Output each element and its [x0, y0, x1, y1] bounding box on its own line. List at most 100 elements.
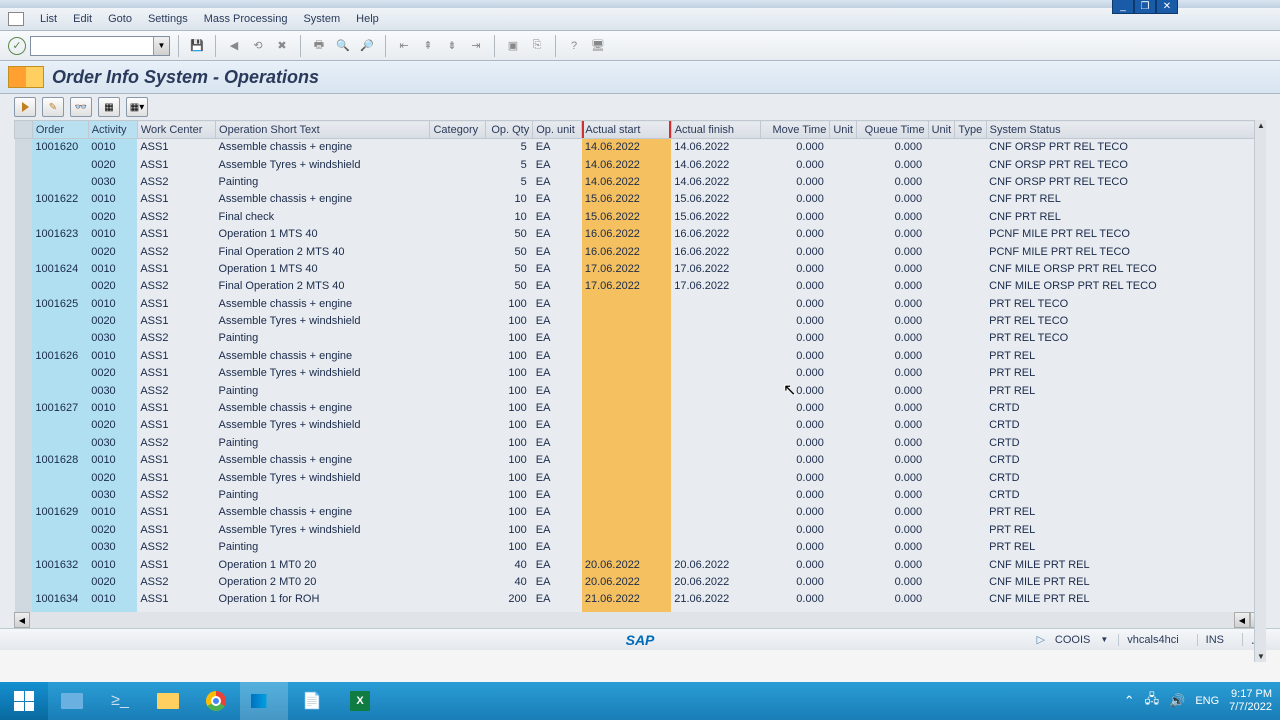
table-cell[interactable]: 100 — [486, 365, 533, 382]
table-row[interactable]: 0030ASS2Painting100EA0.0000.000CRTD — [15, 486, 1266, 503]
table-cell[interactable]: Assemble Tyres + windshield — [216, 365, 430, 382]
table-row[interactable]: 0020ASS1Assemble Tyres + windshield100EA… — [15, 365, 1266, 382]
table-cell[interactable]: 0.000 — [761, 295, 830, 312]
table-cell[interactable]: CNF ORSP PRT REL TECO — [986, 139, 1265, 156]
table-cell[interactable] — [582, 365, 671, 382]
table-cell[interactable]: 14.06.2022 — [582, 156, 671, 173]
table-cell[interactable]: ASS2 — [137, 208, 215, 225]
table-row[interactable]: 0020ASS2Final Operation 2 MTS 4050EA16.0… — [15, 243, 1266, 260]
next-page-icon[interactable]: ⇟ — [442, 36, 462, 56]
table-cell[interactable]: 20.06.2022 — [582, 556, 671, 573]
table-cell[interactable]: 0.000 — [857, 295, 928, 312]
table-row[interactable]: 0020ASS1Assemble Tyres + windshield100EA… — [15, 312, 1266, 329]
table-cell[interactable]: 100 — [486, 399, 533, 416]
menu-settings[interactable]: Settings — [148, 13, 188, 25]
task-chrome[interactable] — [192, 682, 240, 720]
alv-grid[interactable]: OrderActivityWork CenterOperation Short … — [14, 120, 1266, 612]
table-cell[interactable]: 0010 — [88, 452, 137, 469]
table-cell[interactable] — [582, 382, 671, 399]
table-cell[interactable] — [955, 330, 986, 347]
table-cell[interactable] — [430, 591, 486, 608]
table-cell[interactable] — [32, 243, 88, 260]
table-cell[interactable]: CRTD — [986, 417, 1265, 434]
table-cell[interactable]: 0.000 — [857, 312, 928, 329]
table-cell[interactable]: 14.06.2022 — [671, 139, 760, 156]
table-cell[interactable] — [15, 330, 33, 347]
column-header[interactable] — [15, 121, 33, 139]
table-cell[interactable]: ASS2 — [137, 243, 215, 260]
table-cell[interactable]: EA — [533, 295, 582, 312]
table-cell[interactable] — [430, 278, 486, 295]
table-row[interactable]: 0020ASS1Assemble Tyres + windshield100EA… — [15, 417, 1266, 434]
table-cell[interactable]: PRT REL — [986, 382, 1265, 399]
table-cell[interactable]: 16.06.2022 — [582, 225, 671, 242]
table-cell[interactable]: 0.000 — [761, 399, 830, 416]
table-cell[interactable]: 0030 — [88, 434, 137, 451]
table-cell[interactable] — [955, 417, 986, 434]
table-cell[interactable]: 0.000 — [761, 156, 830, 173]
table-cell[interactable]: EA — [533, 278, 582, 295]
table-cell[interactable]: ASS1 — [137, 347, 215, 364]
table-cell[interactable]: 100 — [486, 312, 533, 329]
table-cell[interactable] — [15, 556, 33, 573]
table-cell[interactable]: Assemble chassis + engine — [216, 191, 430, 208]
table-cell[interactable]: 0.000 — [857, 156, 928, 173]
table-cell[interactable]: 0.000 — [761, 191, 830, 208]
table-cell[interactable] — [15, 417, 33, 434]
table-cell[interactable]: 0.000 — [857, 399, 928, 416]
column-header[interactable]: Queue Time — [857, 121, 928, 139]
table-cell[interactable] — [671, 347, 760, 364]
table-row[interactable]: 10016220010ASS1Assemble chassis + engine… — [15, 191, 1266, 208]
table-cell[interactable]: EA — [533, 208, 582, 225]
table-row[interactable]: 0020ASS1Assemble Tyres + windshield100EA… — [15, 469, 1266, 486]
column-header[interactable]: Order — [32, 121, 88, 139]
table-cell[interactable]: EA — [533, 452, 582, 469]
table-cell[interactable]: 0010 — [88, 591, 137, 608]
table-row[interactable]: 10016230010ASS1Operation 1 MTS 4050EA16.… — [15, 225, 1266, 242]
table-cell[interactable] — [955, 260, 986, 277]
table-cell[interactable]: 0.000 — [761, 573, 830, 590]
table-cell[interactable]: Assemble Tyres + windshield — [216, 521, 430, 538]
table-cell[interactable] — [928, 208, 955, 225]
table-cell[interactable]: Painting — [216, 173, 430, 190]
table-cell[interactable]: 1001634 — [32, 591, 88, 608]
table-cell[interactable]: 0.000 — [857, 452, 928, 469]
table-cell[interactable] — [928, 452, 955, 469]
menu-help[interactable]: Help — [356, 13, 379, 25]
table-cell[interactable] — [928, 382, 955, 399]
column-header[interactable]: Unit — [830, 121, 857, 139]
table-row[interactable]: 0020ASS2Operation 2 MT0 2040EA20.06.2022… — [15, 573, 1266, 590]
table-cell[interactable]: 0010 — [88, 504, 137, 521]
edit-button[interactable]: ✎ — [42, 97, 64, 117]
table-cell[interactable]: PRT REL — [986, 521, 1265, 538]
table-cell[interactable]: 100 — [486, 452, 533, 469]
table-cell[interactable]: Final Operation 2 MTS 40 — [216, 243, 430, 260]
table-cell[interactable]: 20.06.2022 — [582, 573, 671, 590]
execute-button[interactable] — [14, 97, 36, 117]
table-cell[interactable]: 0.000 — [857, 225, 928, 242]
table-cell[interactable] — [955, 452, 986, 469]
column-header[interactable]: Actual start — [582, 121, 671, 139]
table-cell[interactable]: EA — [533, 573, 582, 590]
table-cell[interactable] — [955, 486, 986, 503]
find-icon[interactable]: 🔍 — [333, 36, 353, 56]
table-cell[interactable]: Painting — [216, 330, 430, 347]
table-cell[interactable] — [928, 191, 955, 208]
table-cell[interactable]: 0.000 — [761, 417, 830, 434]
table-cell[interactable] — [955, 521, 986, 538]
table-cell[interactable]: EA — [533, 556, 582, 573]
table-row[interactable]: 0030ASS2Painting100EA0.0000.000PRT REL T… — [15, 330, 1266, 347]
table-cell[interactable]: EA — [533, 173, 582, 190]
table-cell[interactable] — [32, 486, 88, 503]
table-cell[interactable] — [928, 347, 955, 364]
command-dropdown-icon[interactable]: ▼ — [153, 37, 169, 55]
table-cell[interactable] — [15, 312, 33, 329]
table-cell[interactable]: 16.06.2022 — [671, 243, 760, 260]
table-cell[interactable] — [671, 295, 760, 312]
table-cell[interactable]: CNF MILE ORSP PRT REL TECO — [986, 278, 1265, 295]
table-cell[interactable]: PRT REL — [986, 538, 1265, 555]
table-cell[interactable]: 0.000 — [857, 417, 928, 434]
table-cell[interactable]: PRT REL — [986, 347, 1265, 364]
table-cell[interactable] — [830, 278, 857, 295]
table-cell[interactable] — [955, 399, 986, 416]
